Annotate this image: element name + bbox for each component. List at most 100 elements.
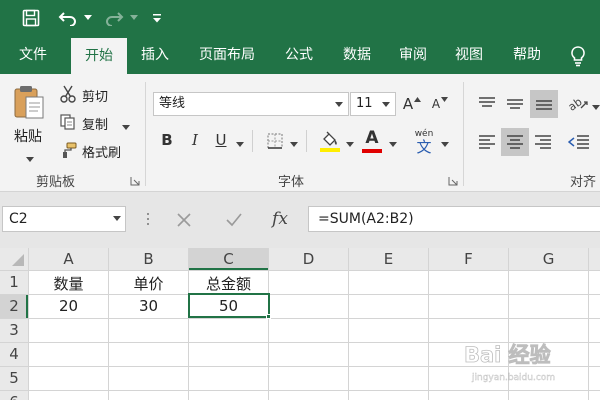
customize-icon[interactable] [150, 0, 164, 36]
tab-formulas[interactable]: 公式 [274, 36, 324, 74]
tab-insert[interactable]: 插入 [130, 36, 180, 74]
tab-data[interactable]: 数据 [332, 36, 382, 74]
name-box-dropdown-icon[interactable] [113, 216, 121, 222]
cell-a2[interactable]: 20 [29, 297, 108, 315]
fill-color-swatch [320, 147, 340, 152]
chevron-down-icon[interactable] [332, 93, 346, 115]
watermark-text: Bai 经验 [464, 343, 551, 367]
font-size-combo[interactable]: 11 [350, 92, 396, 116]
cut-label[interactable]: 剪切 [82, 86, 108, 105]
column-header-f[interactable]: F [429, 250, 508, 268]
insert-function-button[interactable]: fx [266, 206, 294, 232]
row-header-3[interactable]: 3 [0, 321, 28, 339]
italic-button[interactable]: I [184, 128, 206, 152]
fill-handle[interactable] [266, 314, 271, 319]
row-header-4[interactable]: 4 [0, 345, 28, 363]
font-group-label: 字体 [278, 175, 305, 190]
phonetic-dropdown-icon[interactable] [441, 137, 449, 147]
close-icon[interactable] [172, 208, 196, 232]
ribbon-separator [145, 82, 146, 186]
cell-b1[interactable]: 单价 [109, 273, 188, 294]
font-name-combo[interactable]: 等线 [153, 92, 349, 116]
formula-bar-splitter[interactable] [146, 210, 150, 228]
undo-icon[interactable] [56, 0, 80, 36]
formula-input[interactable]: =SUM(A2:B2) [308, 206, 600, 232]
column-header-b[interactable]: B [109, 250, 188, 268]
cell-c1[interactable]: 总金额 [189, 273, 268, 294]
orientation-icon[interactable]: ab [566, 90, 590, 116]
font-color-dropdown-icon[interactable] [389, 137, 397, 147]
tab-help[interactable]: 帮助 [502, 36, 552, 74]
format-painter-icon[interactable] [58, 140, 78, 160]
tab-home[interactable]: 开始 [71, 38, 127, 74]
format-painter-label[interactable]: 格式刷 [82, 142, 121, 161]
row-header-5[interactable]: 5 [0, 369, 28, 387]
increase-font-size-button[interactable]: A [400, 92, 424, 116]
clipboard-group-label: 剪贴板 [36, 175, 76, 190]
align-right-icon[interactable] [530, 128, 556, 156]
scissors-icon[interactable] [58, 84, 78, 104]
watermark-subtext: jingyan.baidu.com [471, 373, 555, 383]
clipboard-launcher-icon[interactable] [130, 175, 140, 186]
row-header-2[interactable]: 2 [0, 297, 28, 315]
ribbon-separator [463, 82, 464, 186]
copy-icon[interactable] [58, 112, 78, 132]
align-top-icon[interactable] [474, 90, 500, 116]
baidu-watermark-logo: Bai 经验 jingyan.baidu.com [462, 338, 592, 388]
tab-file[interactable]: 文件 [4, 36, 62, 74]
borders-dropdown-icon[interactable] [290, 137, 298, 147]
align-center-icon[interactable] [501, 128, 529, 156]
tab-page-layout[interactable]: 页面布局 [188, 36, 266, 74]
save-icon[interactable] [18, 0, 44, 36]
font-name-value: 等线 [159, 96, 186, 111]
decrease-indent-icon[interactable] [566, 128, 592, 156]
tab-review[interactable]: 审阅 [388, 36, 438, 74]
check-icon[interactable] [222, 208, 246, 232]
column-header-d[interactable]: D [269, 250, 348, 268]
align-bottom-icon[interactable] [530, 90, 558, 118]
cell-a1[interactable]: 数量 [29, 273, 108, 294]
phonetic-guide-button[interactable]: wén 文 [410, 126, 438, 156]
copy-dropdown-icon[interactable] [122, 120, 130, 130]
ribbon-tabs: 文件 开始 插入 页面布局 公式 数据 审阅 视图 帮助 [0, 36, 600, 74]
paste-label[interactable]: 粘贴 [14, 126, 42, 146]
column-header-a[interactable]: A [29, 250, 108, 268]
active-cell-border [188, 293, 270, 318]
name-box[interactable]: C2 [2, 206, 126, 232]
select-all-button[interactable] [0, 248, 28, 270]
paste-dropdown-icon[interactable] [26, 152, 34, 162]
copy-label[interactable]: 复制 [82, 114, 108, 133]
row-header-6[interactable]: 6 [0, 393, 28, 400]
fill-color-dropdown-icon[interactable] [346, 137, 354, 147]
orientation-dropdown-icon[interactable] [592, 100, 600, 110]
paste-icon[interactable] [10, 82, 48, 122]
grow-font-label: A [402, 95, 414, 113]
align-middle-icon[interactable] [502, 90, 528, 116]
name-box-value: C2 [9, 211, 28, 227]
column-header-g[interactable]: G [509, 250, 588, 268]
bold-button[interactable]: B [156, 128, 178, 152]
lightbulb-icon[interactable] [566, 44, 590, 68]
font-launcher-icon[interactable] [448, 175, 458, 186]
font-separator [306, 130, 307, 152]
redo-dropdown-icon[interactable] [128, 0, 140, 36]
decrease-font-size-button[interactable]: A [428, 92, 452, 116]
fill-color-icon[interactable] [318, 128, 342, 154]
column-header-e[interactable]: E [349, 250, 428, 268]
font-color-letter: A [365, 127, 379, 148]
underline-button[interactable]: U [210, 128, 232, 152]
font-color-button[interactable]: A [360, 128, 384, 154]
row-header-1[interactable]: 1 [0, 273, 28, 291]
chevron-down-icon[interactable] [379, 93, 393, 115]
shrink-font-label: A [431, 97, 441, 111]
alignment-group-label: 对齐 [570, 175, 597, 190]
tab-view[interactable]: 视图 [444, 36, 494, 74]
cell-b2[interactable]: 30 [109, 297, 188, 315]
phonetic-bottom-label: 文 [416, 138, 432, 156]
align-left-icon[interactable] [474, 128, 500, 156]
redo-icon[interactable] [102, 0, 126, 36]
underline-dropdown-icon[interactable] [236, 137, 244, 147]
borders-icon[interactable] [264, 130, 286, 152]
column-header-c[interactable]: C [189, 250, 268, 268]
undo-dropdown-icon[interactable] [82, 0, 94, 36]
